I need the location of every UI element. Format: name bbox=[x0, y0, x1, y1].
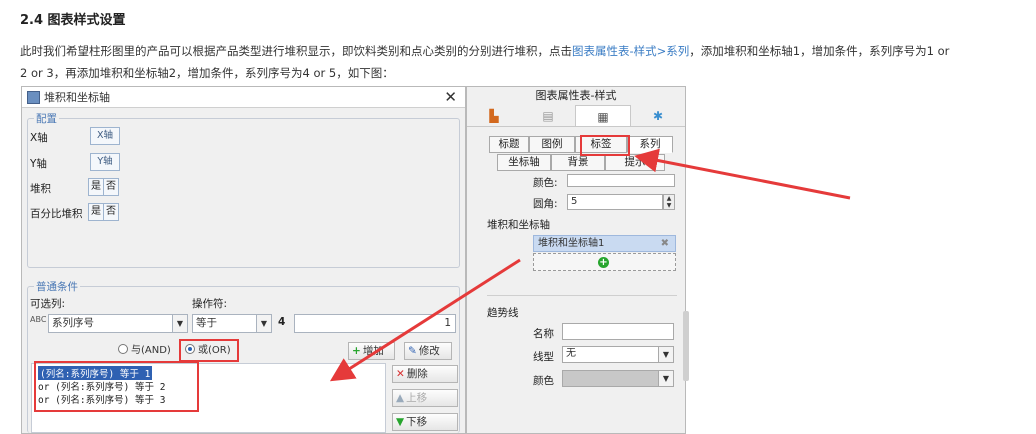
column-select-value: 系列序号 bbox=[52, 317, 94, 329]
stack-axis-section: 堆积和坐标轴 bbox=[487, 219, 550, 231]
radio-and-label: 与(AND) bbox=[131, 345, 171, 356]
dialog-title: 堆积和坐标轴 bbox=[44, 91, 110, 104]
operator-label: 操作符: bbox=[192, 298, 228, 310]
arrow-up-icon: ▲ bbox=[396, 392, 405, 404]
para-line1-post: ，添加堆积和坐标轴1，增加条件，系列序号为1 or bbox=[689, 44, 950, 58]
value-input[interactable]: 1 bbox=[294, 314, 456, 333]
section-heading: 2.4 图表样式设置 bbox=[20, 13, 126, 28]
y-axis-label: Y轴 bbox=[30, 158, 47, 170]
trend-color-select[interactable]: ▼ bbox=[562, 370, 674, 387]
edit-icon: ✎ bbox=[408, 345, 417, 357]
radio-and[interactable]: 与(AND) bbox=[118, 344, 171, 358]
move-up-label: 上移 bbox=[406, 392, 428, 404]
linetype-select[interactable]: 无 ▼ bbox=[562, 346, 674, 363]
app-icon bbox=[27, 91, 40, 104]
trend-name-input[interactable] bbox=[562, 323, 674, 340]
add-button[interactable]: + 增加 bbox=[348, 342, 395, 360]
stack-no[interactable]: 否 bbox=[103, 179, 118, 195]
panel-toolbar: ▙ ▤ ▦ ✱ bbox=[467, 105, 685, 127]
x-axis-label: X轴 bbox=[30, 132, 48, 144]
percent-stack-toggle[interactable]: 是否 bbox=[88, 203, 119, 221]
operator-select-value: 等于 bbox=[196, 317, 217, 329]
plus-icon: + bbox=[352, 345, 361, 357]
or-highlight bbox=[179, 339, 239, 362]
x-axis-button[interactable]: X轴 bbox=[90, 127, 120, 145]
optional-column-label: 可选列: bbox=[30, 298, 66, 310]
data-icon[interactable]: ▤ bbox=[521, 105, 575, 126]
tab-tooltip[interactable]: 提示 bbox=[605, 154, 665, 171]
radius-spinner[interactable]: ▲ ▼ bbox=[663, 194, 675, 210]
trend-name-label: 名称 bbox=[533, 328, 554, 340]
chevron-down-icon[interactable]: ▼ bbox=[658, 347, 673, 362]
arrow-down-icon: ▼ bbox=[396, 416, 405, 428]
stack-axis-item-label: 堆积和坐标轴1 bbox=[538, 238, 605, 249]
color-label: 颜色: bbox=[533, 177, 558, 189]
effect-icon[interactable]: ✱ bbox=[631, 105, 685, 126]
chevron-down-icon[interactable]: ▼ bbox=[256, 315, 271, 332]
linetype-value: 无 bbox=[566, 348, 576, 359]
condition-group-label: 普通条件 bbox=[34, 279, 80, 294]
close-icon: ✕ bbox=[396, 368, 405, 380]
radio-and-dot[interactable] bbox=[118, 344, 128, 354]
add-button-label: 增加 bbox=[362, 345, 384, 357]
edit-button[interactable]: ✎ 修改 bbox=[404, 342, 452, 360]
article-paragraph: 此时我们希望柱形图里的产品可以根据产品类型进行堆积显示，即饮料类别和点心类别的分… bbox=[20, 40, 1036, 84]
add-icon[interactable]: + bbox=[598, 257, 609, 268]
move-up-button[interactable]: ▲ 上移 bbox=[392, 389, 458, 407]
trend-section: 趋势线 bbox=[487, 307, 519, 319]
column-select[interactable]: 系列序号 ▼ bbox=[48, 314, 188, 333]
move-down-label: 下移 bbox=[406, 416, 428, 428]
chevron-down-icon[interactable]: ▼ bbox=[172, 315, 187, 332]
color-select[interactable] bbox=[567, 174, 675, 187]
radius-label: 圆角: bbox=[533, 198, 558, 210]
chevron-down-icon[interactable]: ▼ bbox=[658, 371, 673, 386]
para-line2: 2 or 3，再添加堆积和坐标轴2，增加条件，系列序号为4 or 5，如下图： bbox=[20, 66, 394, 80]
dialog-titlebar: 堆积和坐标轴 ✕ bbox=[22, 87, 465, 108]
remove-icon[interactable]: ✖ bbox=[661, 236, 669, 251]
delete-button-label: 删除 bbox=[406, 368, 428, 380]
tab-background[interactable]: 背景 bbox=[551, 154, 605, 171]
tab-axis[interactable]: 坐标轴 bbox=[497, 154, 551, 171]
stack-yes[interactable]: 是 bbox=[89, 179, 103, 195]
label-tab-highlight bbox=[580, 135, 630, 156]
tab-series[interactable]: 系列 bbox=[627, 136, 673, 153]
tab-legend[interactable]: 图例 bbox=[529, 136, 575, 153]
section-divider bbox=[487, 295, 677, 296]
stack-axis-item[interactable]: 堆积和坐标轴1 ✖ bbox=[533, 235, 676, 252]
operator-select[interactable]: 等于 ▼ bbox=[192, 314, 272, 333]
style-icon[interactable]: ▦ bbox=[575, 105, 631, 126]
stack-label: 堆积 bbox=[30, 183, 51, 195]
percent-stack-label: 百分比堆积 bbox=[30, 208, 83, 220]
linetype-label: 线型 bbox=[533, 351, 554, 363]
value-type-indicator: 4 bbox=[278, 316, 286, 328]
chart-type-icon[interactable]: ▙ bbox=[467, 105, 521, 126]
trend-color-label: 颜色 bbox=[533, 375, 554, 387]
move-down-button[interactable]: ▼ 下移 bbox=[392, 413, 458, 431]
conditions-highlight bbox=[34, 361, 199, 412]
pct-stack-yes[interactable]: 是 bbox=[89, 204, 103, 220]
panel-title: 图表属性表-样式 bbox=[535, 89, 617, 102]
pct-stack-no[interactable]: 否 bbox=[103, 204, 118, 220]
stack-toggle[interactable]: 是否 bbox=[88, 178, 119, 196]
stack-axis-dialog: 堆积和坐标轴 ✕ 配置 X轴 X轴 Y轴 Y轴 堆积 是否 百分比堆积 是否 普… bbox=[21, 86, 466, 434]
chart-property-panel: 图表属性表-样式 ▙ ▤ ▦ ✱ 标题 图例 标签 系列 坐标轴 背景 提示 颜… bbox=[466, 86, 689, 434]
y-axis-button[interactable]: Y轴 bbox=[90, 153, 120, 171]
chart-property-link[interactable]: 图表属性表-样式>系列 bbox=[572, 44, 689, 58]
add-stack-axis[interactable]: + bbox=[533, 253, 676, 271]
close-icon[interactable]: ✕ bbox=[444, 87, 457, 107]
tab-title[interactable]: 标题 bbox=[489, 136, 529, 153]
config-group-label: 配置 bbox=[34, 111, 59, 126]
delete-button[interactable]: ✕ 删除 bbox=[392, 365, 458, 383]
edit-button-label: 修改 bbox=[418, 345, 440, 357]
radius-input[interactable]: 5 bbox=[567, 194, 663, 210]
para-line1-pre: 此时我们希望柱形图里的产品可以根据产品类型进行堆积显示，即饮料类别和点心类别的分… bbox=[20, 44, 572, 58]
panel-scrollbar[interactable] bbox=[683, 311, 689, 381]
column-type-icon: ABC bbox=[30, 315, 47, 324]
